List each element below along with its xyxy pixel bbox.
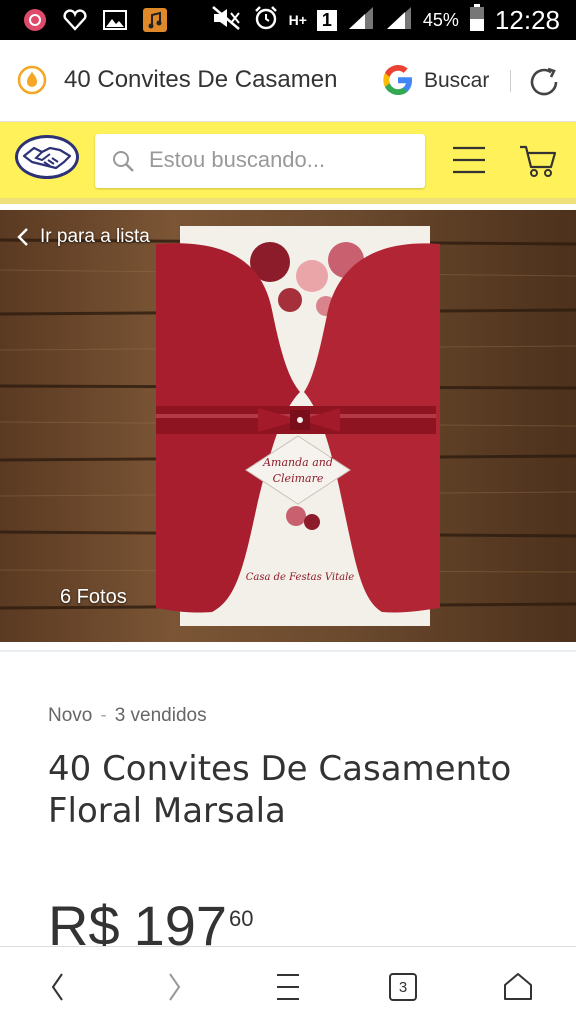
signal-icon [347, 5, 375, 35]
alarm-icon [253, 5, 279, 35]
clock: 12:28 [494, 4, 560, 35]
site-info-icon[interactable] [16, 64, 48, 100]
cart-icon[interactable] [518, 144, 558, 182]
product-search-box[interactable] [95, 134, 425, 188]
notification-icons [22, 7, 168, 33]
music-icon [142, 7, 168, 33]
product-title: 40 Convites De Casamento Floral Marsala [48, 749, 512, 831]
divider [0, 650, 576, 652]
card-text-names-line2: Cleimare [273, 472, 324, 485]
price-cents: 60 [229, 906, 254, 931]
browser-nav-bar: 3 [0, 946, 576, 1024]
reload-icon[interactable] [526, 64, 562, 104]
system-icons: H+ 1 45% 12:28 [211, 4, 560, 36]
hamburger-menu-icon[interactable] [452, 146, 486, 178]
browser-address-bar[interactable]: 40 Convites De Casamen Buscar [0, 40, 576, 122]
gallery-icon [102, 7, 128, 33]
site-header [0, 122, 576, 204]
browser-search-button[interactable]: Buscar [424, 69, 489, 93]
forward-icon[interactable] [154, 967, 194, 1007]
card-text-venue: Casa de Festas Vitale [246, 572, 355, 583]
card-text-names-line1: Amanda and [262, 456, 333, 469]
product-photo: Amanda and Cleimare Casa de Festas Vital… [0, 210, 576, 642]
chevron-left-icon [17, 228, 28, 246]
app-notification-icon [22, 7, 48, 33]
photo-count[interactable]: 6 Fotos [60, 586, 127, 609]
battery-percent: 45% [422, 9, 459, 30]
network-type-label: H+ [288, 12, 307, 28]
condition-label: Novo [48, 705, 93, 726]
mercadolivre-logo-icon[interactable] [14, 134, 80, 180]
sim-indicator: 1 [316, 9, 337, 31]
separator-dot: - [100, 705, 107, 726]
search-input[interactable] [149, 144, 415, 176]
google-icon[interactable] [380, 62, 416, 102]
battery-icon [469, 4, 485, 36]
back-icon[interactable] [38, 967, 78, 1007]
mute-icon [211, 5, 243, 35]
search-icon [111, 149, 135, 177]
page-title[interactable]: 40 Convites De Casamen [64, 66, 358, 94]
back-to-list-link[interactable]: Ir para a lista [16, 226, 150, 248]
product-photo-gallery[interactable]: Amanda and Cleimare Casa de Festas Vital… [0, 210, 576, 642]
back-to-list-label: Ir para a lista [40, 226, 150, 247]
tab-count: 3 [389, 973, 417, 1001]
heart-app-icon [62, 7, 88, 33]
home-icon[interactable] [498, 967, 538, 1007]
sold-count: 3 vendidos [114, 705, 207, 726]
menu-icon[interactable] [268, 967, 308, 1007]
tabs-button[interactable]: 3 [383, 967, 423, 1007]
product-condition: Novo -3 vendidos [48, 705, 207, 727]
status-bar: H+ 1 45% 12:28 [0, 0, 576, 40]
divider [510, 70, 511, 92]
signal-2-icon [385, 5, 413, 35]
